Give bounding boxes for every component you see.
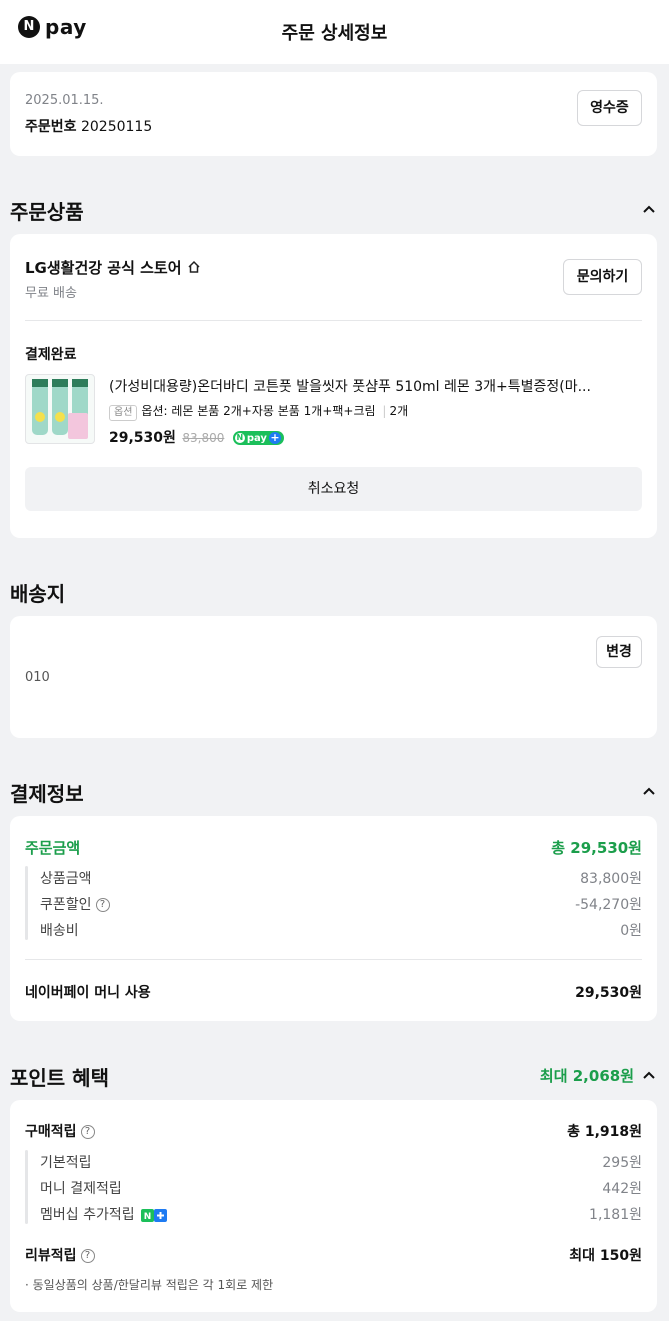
products-card: LG생활건강 공식 스토어 무료 배송 문의하기 결제완료 (가성비대용량)온더… [10, 234, 657, 538]
membership-points-value: 1,181원 [589, 1207, 642, 1223]
inquiry-button[interactable]: 문의하기 [563, 259, 642, 295]
points-card: 구매적립? 총 1,918원 기본적립 295원 머니 결제적립 442원 멤버… [10, 1100, 657, 1312]
receipt-button[interactable]: 영수증 [577, 90, 642, 126]
points-max-label: 최대 2,068원 [539, 1067, 634, 1085]
points-section-title: 포인트 혜택 [10, 1066, 109, 1090]
delivery-card: 변경 010 [10, 616, 657, 738]
coupon-discount-value: -54,270원 [575, 897, 642, 913]
help-icon[interactable]: ? [80, 1249, 95, 1263]
option-tag: 옵션 [109, 405, 138, 421]
product-name[interactable]: (가성비대용량)온더바디 코튼풋 발을씻자 풋샴푸 510ml 레몬 3개+특별… [109, 376, 641, 396]
delivery-section-title: 배송지 [10, 582, 66, 606]
money-payment-points-label: 머니 결제적립 [40, 1181, 122, 1197]
membership-points-row: 멤버십 추가적립 N [40, 1204, 168, 1224]
order-info-card: 2025.01.15. 주문번호 20250115 영수증 [10, 72, 657, 156]
money-payment-points-value: 442원 [602, 1181, 642, 1197]
option-quantity: 2개 [389, 404, 409, 418]
order-number: 20250115 [80, 119, 153, 135]
review-points-value: 최대 150원 [569, 1248, 642, 1264]
help-icon[interactable]: ? [80, 1125, 95, 1139]
chevron-up-icon[interactable] [641, 202, 657, 218]
product-option-row: 옵션 옵션: 레몬 본품 2개+자몽 본품 1개+팩+크림 | 2개 [109, 402, 408, 421]
products-section-title: 주문상품 [10, 200, 84, 224]
top-header: N pay 주문 상세정보 [0, 0, 669, 64]
payment-status: 결제완료 [25, 347, 77, 363]
product-price-row: 29,530원 83,800 Npay + [109, 427, 284, 447]
product-price: 29,530원 [109, 430, 176, 446]
order-amount-label: 주문금액 [25, 839, 81, 857]
order-number-row: 주문번호 20250115 [25, 116, 152, 136]
npay-money-value: 29,530원 [575, 985, 642, 1001]
basic-points-value: 295원 [602, 1155, 642, 1171]
coupon-discount-row: 쿠폰할인? [40, 894, 110, 914]
plus-icon: + [268, 431, 281, 444]
chevron-up-icon[interactable] [641, 784, 657, 800]
product-bottles-image [32, 379, 88, 439]
chevron-up-icon[interactable] [641, 1068, 657, 1084]
review-points-row: 리뷰적립? [25, 1245, 95, 1265]
review-points-label: 리뷰적립 [25, 1248, 77, 1264]
npay-plus-icon: N [141, 1208, 168, 1222]
original-price: 83,800 [182, 431, 225, 445]
divider [25, 320, 642, 321]
order-date: 2025.01.15. [25, 93, 104, 108]
divider [25, 959, 642, 960]
shipping-fee-value: 0원 [620, 923, 642, 939]
payment-section-title: 결제정보 [10, 782, 84, 806]
store-name-row[interactable]: LG생활건강 공식 스토어 [25, 257, 201, 278]
payment-card: 주문금액 총 29,530원 상품금액 83,800원 쿠폰할인? -54,27… [10, 816, 657, 1021]
home-icon [188, 260, 200, 273]
points-detail-bar [25, 1150, 28, 1224]
svg-text:N: N [144, 1212, 152, 1222]
payment-detail-bar [25, 866, 28, 940]
product-amount-value: 83,800원 [580, 871, 642, 887]
store-name: LG생활건강 공식 스토어 [25, 259, 182, 277]
product-amount-label: 상품금액 [40, 871, 92, 887]
cancel-request-button[interactable]: 취소요청 [25, 467, 642, 511]
npay-money-label: 네이버페이 머니 사용 [25, 985, 151, 1001]
purchase-points-row: 구매적립? [25, 1121, 95, 1141]
order-number-label: 주문번호 [25, 119, 77, 135]
points-note: · 동일상품의 상품/한달리뷰 적립은 각 1회로 제한 [25, 1278, 274, 1292]
shipping-fee-label: 배송비 [40, 923, 79, 939]
purchase-points-value: 총 1,918원 [567, 1124, 642, 1140]
product-thumbnail[interactable] [25, 374, 95, 444]
npay-plus-badge: Npay + [232, 431, 284, 445]
purchase-points-label: 구매적립 [25, 1124, 77, 1140]
shipping-info: 무료 배송 [25, 286, 77, 301]
order-amount-value: 총 29,530원 [551, 839, 642, 857]
membership-points-label: 멤버십 추가적립 [40, 1207, 135, 1223]
coupon-discount-label: 쿠폰할인 [40, 897, 92, 913]
help-icon[interactable]: ? [95, 898, 110, 912]
delivery-phone: 010 [25, 670, 50, 685]
change-address-button[interactable]: 변경 [596, 636, 642, 668]
page-title: 주문 상세정보 [281, 23, 388, 44]
basic-points-label: 기본적립 [40, 1155, 92, 1171]
option-text: 옵션: 레몬 본품 2개+자몽 본품 1개+팩+크림 [141, 404, 376, 418]
